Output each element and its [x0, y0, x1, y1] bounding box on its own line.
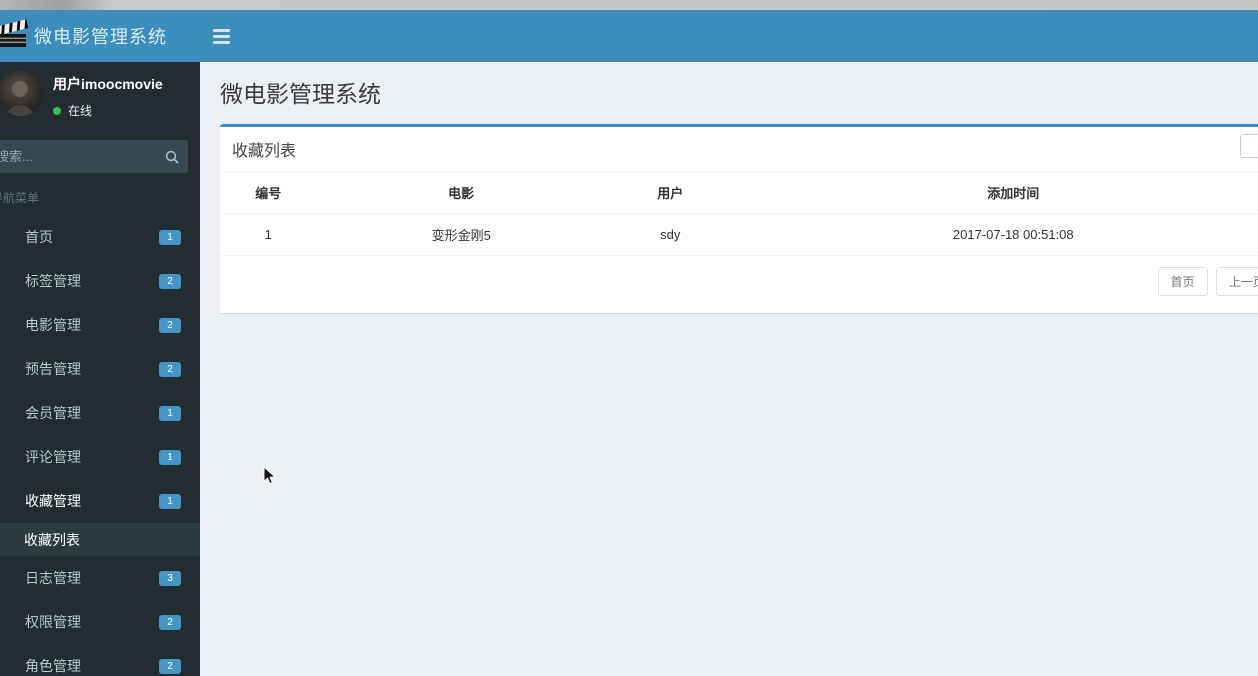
count-badge: 1 [159, 449, 181, 465]
user-name: 用户imoocmovie [53, 76, 163, 92]
menu-header: 导航菜单 [0, 191, 40, 205]
count-badge: 2 [159, 317, 181, 333]
circle-icon: ○ [0, 274, 7, 289]
count-badge: 3 [159, 570, 181, 586]
sidebar-item-logs[interactable]: ○ 日志管理 3 [0, 556, 200, 600]
pagination-prev-button[interactable]: 上一页 [1215, 267, 1258, 296]
sidebar-menu: ○ 首页 1 ○ 标签管理 2 ○ 电影管理 2 ○ 预告管理 2 ○ 会员管理 [0, 215, 200, 676]
circle-icon: ○ [0, 494, 7, 509]
sidebar-item-permissions[interactable]: ○ 权限管理 2 [0, 600, 200, 644]
column-header-movie: 电影 [316, 172, 606, 214]
sidebar-item-favorites[interactable]: ○ 收藏管理 1 [0, 479, 200, 523]
sidebar: 用户imoocmovie 在线 导航菜单 ○ 首页 [0, 62, 200, 676]
panel-action-button[interactable] [1240, 134, 1258, 158]
panel-header: 收藏列表 [220, 127, 1258, 172]
count-badge: 1 [159, 229, 181, 245]
user-panel: 用户imoocmovie 在线 [0, 62, 200, 127]
online-status-icon [53, 106, 61, 115]
main-content: 微电影管理系统 收藏列表 编号 电影 用户 添加时间 1 变形金刚5 sdy 2… [200, 62, 1258, 676]
circle-icon: ○ [0, 532, 6, 547]
count-badge: 2 [159, 273, 181, 289]
circle-icon: ○ [0, 571, 7, 586]
circle-icon: ○ [0, 659, 7, 674]
app-logo[interactable]: 微电影管理系统 [0, 10, 200, 62]
circle-icon: ○ [0, 615, 7, 630]
sidebar-item-tags[interactable]: ○ 标签管理 2 [0, 259, 200, 303]
cell-movie: 变形金刚5 [316, 213, 606, 256]
count-badge: 2 [159, 361, 181, 377]
circle-icon: ○ [0, 318, 7, 333]
circle-icon: ○ [0, 362, 7, 377]
app-screen: 微电影管理系统 用户imoocmovie 在线 搜索... 航菜单 首页 1 标… [0, 0, 1258, 676]
column-header-added-time: 添加时间 [734, 172, 1258, 214]
page-title: 微电影管理系统 [220, 81, 381, 107]
sidebar-item-home[interactable]: ○ 首页 1 [0, 215, 200, 259]
column-header-user: 用户 [605, 172, 735, 214]
app-title: 微电影管理系统 [34, 27, 167, 47]
sidebar-search [0, 140, 188, 173]
favorites-table: 编号 电影 用户 添加时间 1 变形金刚5 sdy 2017-07-18 00:… [220, 172, 1258, 256]
user-avatar [0, 71, 43, 116]
cell-added-time: 2017-07-18 00:51:08 [734, 213, 1258, 256]
sidebar-item-trailers[interactable]: ○ 预告管理 2 [0, 347, 200, 391]
circle-icon: ○ [0, 230, 7, 245]
circle-icon: ○ [0, 450, 7, 465]
cell-user: sdy [605, 213, 735, 256]
sidebar-item-movies[interactable]: ○ 电影管理 2 [0, 303, 200, 347]
favorites-panel: 收藏列表 编号 电影 用户 添加时间 1 变形金刚5 sdy 2017-07-1… [220, 124, 1258, 313]
search-icon[interactable] [158, 142, 186, 171]
sidebar-item-comments[interactable]: ○ 评论管理 1 [0, 435, 200, 479]
cell-id: 1 [220, 213, 317, 256]
circle-icon: ○ [0, 406, 7, 421]
count-badge: 2 [159, 614, 181, 630]
sidebar-item-roles[interactable]: ○ 角色管理 2 [0, 644, 200, 676]
count-badge: 1 [159, 405, 181, 421]
online-status-label: 在线 [68, 104, 93, 118]
sidebar-item-favorites-list[interactable]: ○ 收藏列表 [0, 523, 200, 556]
sidebar-item-members[interactable]: ○ 会员管理 1 [0, 391, 200, 435]
video-chrome-strip [0, 0, 1258, 10]
pagination-first-button[interactable]: 首页 [1157, 267, 1208, 296]
column-header-id: 编号 [220, 172, 317, 214]
pagination: 首页 上一页 [220, 256, 1258, 313]
clapperboard-icon [0, 18, 32, 55]
panel-title: 收藏列表 [232, 143, 297, 160]
count-badge: 2 [159, 658, 181, 674]
table-row: 1 变形金刚5 sdy 2017-07-18 00:51:08 [220, 213, 1258, 256]
top-navbar [200, 10, 1258, 62]
table-header-row: 编号 电影 用户 添加时间 [220, 172, 1258, 214]
sidebar-toggle-icon[interactable] [213, 10, 255, 62]
count-badge: 1 [159, 493, 181, 509]
